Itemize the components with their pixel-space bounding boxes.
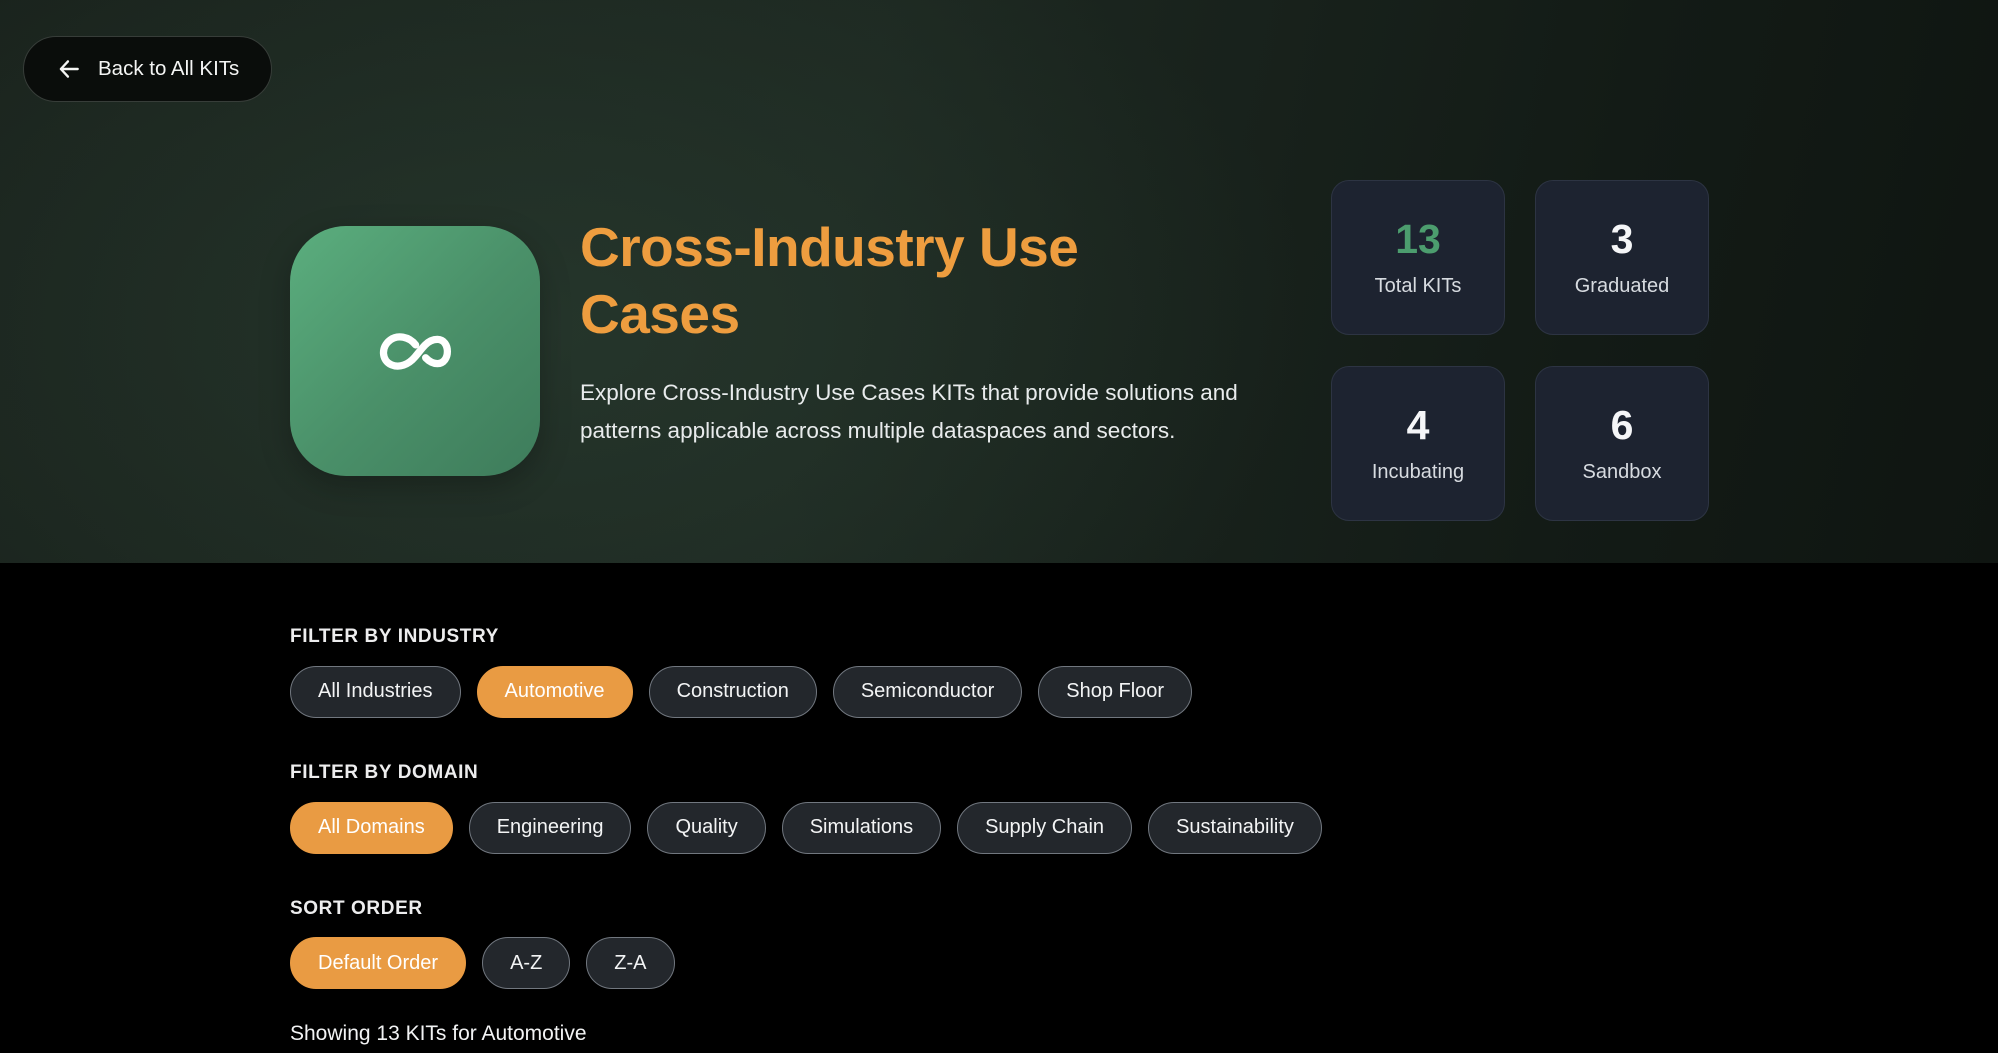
stat-card-total-kits: 13 Total KITs — [1331, 180, 1505, 335]
back-button-label: Back to All KITs — [98, 57, 240, 80]
stats-grid: 13 Total KITs 3 Graduated 4 Incubating 6 Sandbo… — [1331, 180, 1709, 521]
stat-label: Incubating — [1371, 461, 1465, 483]
domain-pill-all-domains[interactable]: All Domains — [290, 801, 453, 854]
stat-card-sandbox: 6 Sandbox — [1535, 366, 1709, 521]
domain-pill-engineering[interactable]: Engineering — [468, 801, 632, 854]
sort-pill-a-z[interactable]: A-Z — [482, 937, 571, 990]
domain-filter-label: FILTER BY DOMAIN — [290, 761, 479, 783]
stat-value: 4 — [1406, 402, 1430, 448]
stat-value: 3 — [1610, 216, 1634, 262]
page-description: Explore Cross-Industry Use Cases KITs th… — [580, 380, 1238, 443]
sort-pill-default-order[interactable]: Default Order — [290, 937, 467, 990]
industry-filter-label: FILTER BY INDUSTRY — [290, 626, 499, 647]
arrow-left-icon — [56, 56, 82, 82]
domain-pill-sustainability[interactable]: Sustainability — [1148, 801, 1322, 854]
domain-pill-simulations[interactable]: Simulations — [781, 801, 942, 854]
hero-section: Back to All KITs Cross-Industry Use Case… — [0, 0, 1998, 563]
back-to-all-kits-button[interactable]: Back to All KITs — [23, 36, 273, 102]
hero-text-block: Cross-Industry Use Cases Explore Cross-I… — [580, 214, 1340, 450]
industry-pill-all-industries[interactable]: All Industries — [290, 665, 461, 718]
filters-section: FILTER BY INDUSTRY All Industries Automot… — [290, 563, 1710, 1046]
industry-pill-automotive[interactable]: Automotive — [476, 665, 633, 718]
stat-value: 6 — [1610, 402, 1634, 448]
domain-pill-row: All Domains Engineering Quality Simulations… — [290, 801, 1710, 854]
filter-group-sort: SORT ORDER Default Order A-Z Z-A — [290, 898, 1710, 990]
industry-pill-row: All Industries Automotive Construction Semi… — [290, 665, 1710, 718]
kit-category-page: Back to All KITs Cross-Industry Use Case… — [0, 0, 1998, 1053]
industry-pill-semiconductor[interactable]: Semiconductor — [832, 665, 1023, 718]
domain-pill-quality[interactable]: Quality — [647, 801, 766, 854]
category-icon — [290, 226, 540, 476]
filter-group-domain: FILTER BY DOMAIN All Domains Engineering Q… — [290, 762, 1710, 854]
page-title: Cross-Industry Use Cases — [580, 216, 1079, 346]
stat-card-incubating: 4 Incubating — [1331, 366, 1505, 521]
infinity-icon — [369, 327, 461, 376]
stat-label: Total KITs — [1374, 275, 1462, 297]
results-summary: Showing 13 KITs for Automotive — [290, 1022, 587, 1046]
sort-pill-row: Default Order A-Z Z-A — [290, 937, 1710, 990]
stat-label: Graduated — [1574, 275, 1670, 297]
stat-card-graduated: 3 Graduated — [1535, 180, 1709, 335]
domain-pill-supply-chain[interactable]: Supply Chain — [957, 801, 1133, 854]
sort-pill-z-a[interactable]: Z-A — [586, 937, 675, 990]
industry-pill-construction[interactable]: Construction — [648, 665, 817, 718]
stat-value: 13 — [1395, 216, 1441, 262]
industry-pill-shop-floor[interactable]: Shop Floor — [1038, 665, 1193, 718]
sort-order-label: SORT ORDER — [290, 897, 423, 919]
stat-label: Sandbox — [1582, 461, 1662, 483]
filter-group-industry: FILTER BY INDUSTRY All Industries Automot… — [290, 626, 1710, 718]
